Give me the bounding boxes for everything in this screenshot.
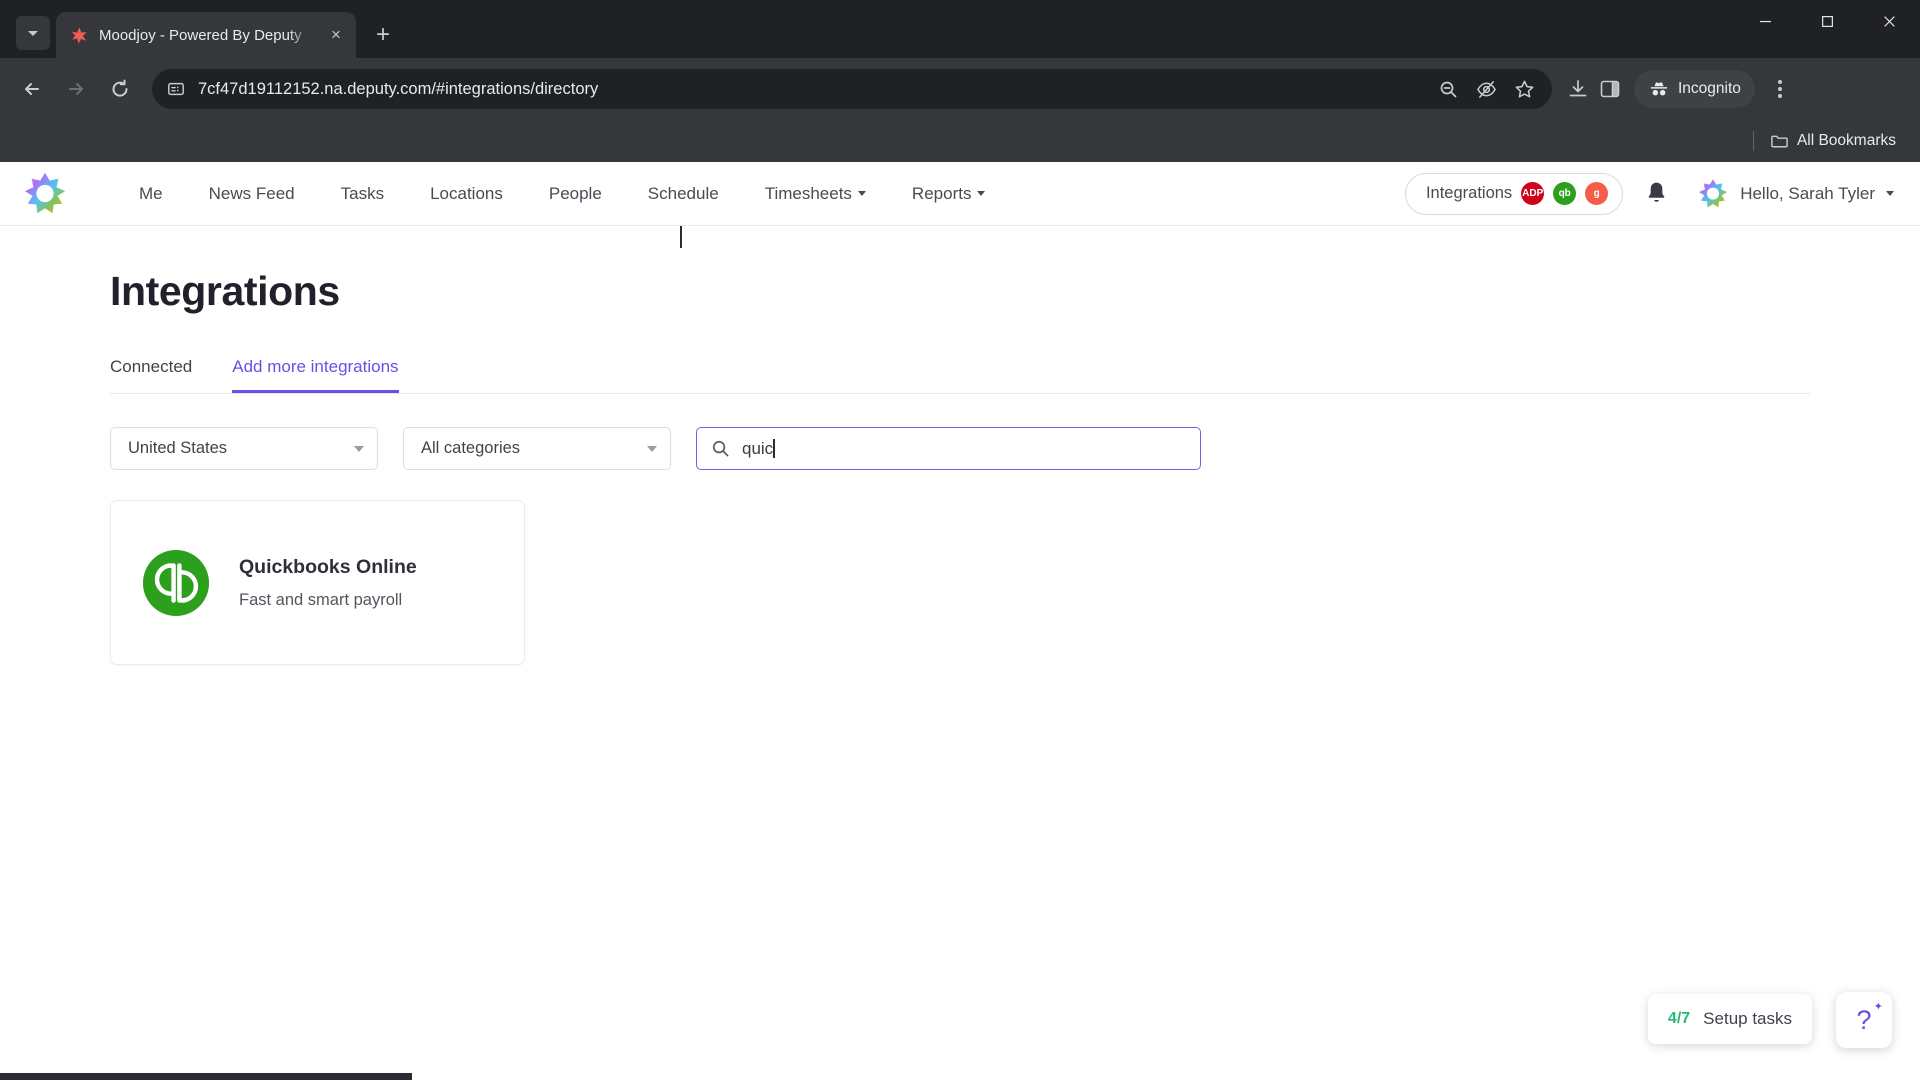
integration-card-description: Fast and smart payroll [239,590,403,609]
app-nav-links: Me News Feed Tasks Locations People Sche… [116,174,1008,214]
nav-item-news-feed[interactable]: News Feed [186,174,318,214]
site-settings-icon[interactable] [166,79,186,99]
search-icon [712,440,729,457]
filter-row: United States All categories quic [110,226,1920,470]
nav-item-label: News Feed [208,183,295,203]
address-bar[interactable]: 7cf47d19112152.na.deputy.com/#integratio… [152,69,1552,109]
integrations-pill[interactable]: Integrations ADP qb g [1404,172,1624,215]
adp-badge: ADP [1521,182,1545,205]
bookmark-divider [1752,131,1754,151]
nav-item-label: Reports [911,183,972,203]
user-avatar [1697,178,1729,210]
browser-toolbar: 7cf47d19112152.na.deputy.com/#integratio… [0,58,1920,120]
mouse-cursor-ibeam [680,226,682,248]
browser-tab-strip: Moodjoy - Powered By Deputy × + [0,0,1920,58]
incognito-icon [1650,82,1668,96]
country-select-value: United States [128,439,228,457]
close-icon[interactable]: × [324,23,348,47]
chevron-down-icon [647,445,657,452]
nav-item-tasks[interactable]: Tasks [318,174,407,214]
page-title: Integrations [110,268,340,314]
tabs-divider [110,393,1810,394]
chevron-down-icon [1886,191,1894,196]
folder-icon [1771,135,1788,147]
nav-item-reports[interactable]: Reports [889,174,1009,214]
nav-item-label: Locations [430,183,503,203]
gusto-badge: g [1585,182,1609,205]
bookmarks-bar: All Bookmarks [0,120,1920,162]
new-tab-button[interactable]: + [366,18,400,52]
integration-card[interactable]: Quickbooks Online Fast and smart payroll [110,500,525,665]
integrations-page: Integrations Connected Add more integrat… [0,226,1920,1080]
nav-item-timesheets[interactable]: Timesheets [742,174,889,214]
moodjoy-favicon [70,26,89,45]
integration-results: Quickbooks Online Fast and smart payroll [110,500,1920,665]
setup-tasks-widget[interactable]: 4/7 Setup tasks [1647,994,1812,1044]
side-panel-icon[interactable] [1596,75,1624,103]
country-select[interactable]: United States [110,427,378,470]
page-viewport: Me News Feed Tasks Locations People Sche… [0,162,1920,1080]
back-button[interactable] [12,69,52,109]
download-icon[interactable] [1564,75,1592,103]
nav-item-label: Tasks [340,183,385,203]
chevron-down-icon [977,191,986,196]
star-icon[interactable] [1510,75,1538,103]
incognito-label: Incognito [1678,80,1741,97]
omnibox-actions [1434,75,1538,103]
help-icon: ? [1856,1004,1872,1035]
minimize-button[interactable] [1734,0,1796,42]
tab-add-more-integrations[interactable]: Add more integrations [232,357,398,393]
all-bookmarks-label: All Bookmarks [1796,132,1896,149]
nav-item-schedule[interactable]: Schedule [625,174,742,214]
text-caret [773,438,775,458]
nav-item-locations[interactable]: Locations [407,174,526,214]
sparkle-icon: ✦ [1873,1001,1883,1013]
nav-item-label: Timesheets [764,183,852,203]
setup-tasks-count: 4/7 [1667,1010,1691,1027]
integration-card-title: Quickbooks Online [239,555,417,578]
quickbooks-badge: qb [1553,182,1577,205]
quickbooks-logo [141,548,211,618]
maximize-button[interactable] [1796,0,1858,42]
taskbar-strip [0,1073,1920,1080]
window-close-button[interactable] [1858,0,1920,42]
zoom-out-icon[interactable] [1434,75,1462,103]
forward-button[interactable] [56,69,96,109]
taskbar-segment [0,1073,412,1080]
browser-window: Moodjoy - Powered By Deputy × + 7cf47d19… [0,0,1920,1080]
window-controls [1734,0,1920,42]
nav-item-me[interactable]: Me [116,174,186,214]
integration-card-text: Quickbooks Online Fast and smart payroll [239,556,417,610]
browser-tab-title: Moodjoy - Powered By Deputy [99,26,302,44]
setup-tasks-label: Setup tasks [1703,1009,1792,1028]
category-select-value: All categories [421,439,521,457]
chevron-down-icon [354,445,364,452]
help-button[interactable]: ? ✦ [1836,992,1892,1048]
app-nav-right: Integrations ADP qb g Hello, Sarah Tyler [1404,172,1898,215]
nav-item-label: People [548,183,602,203]
bell-icon[interactable] [1641,179,1671,209]
nav-item-people[interactable]: People [526,174,625,214]
app-navbar: Me News Feed Tasks Locations People Sche… [0,162,1920,226]
tab-search-icon[interactable] [16,16,50,50]
search-input-value: quic [742,438,775,458]
browser-tab[interactable]: Moodjoy - Powered By Deputy × [56,12,356,58]
eye-off-icon[interactable] [1472,75,1500,103]
user-menu[interactable]: Hello, Sarah Tyler [1689,178,1894,210]
tab-connected[interactable]: Connected [110,357,192,393]
category-select[interactable]: All categories [403,427,671,470]
search-input[interactable]: quic [680,226,1201,470]
address-bar-url: 7cf47d19112152.na.deputy.com/#integratio… [198,79,599,98]
integrations-pill-label: Integrations [1425,184,1513,202]
user-greeting: Hello, Sarah Tyler [1740,183,1875,203]
incognito-indicator[interactable]: Incognito [1634,70,1755,108]
page-tabs: Connected Add more integrations [110,357,1920,393]
deputy-moodjoy-logo[interactable] [22,171,68,217]
chevron-down-icon [857,191,866,196]
all-bookmarks-button[interactable]: All Bookmarks [1764,128,1902,155]
reload-button[interactable] [100,69,140,109]
nav-item-label: Schedule [647,183,719,203]
nav-item-label: Me [139,183,163,203]
three-dot-menu-icon[interactable] [1763,72,1797,106]
